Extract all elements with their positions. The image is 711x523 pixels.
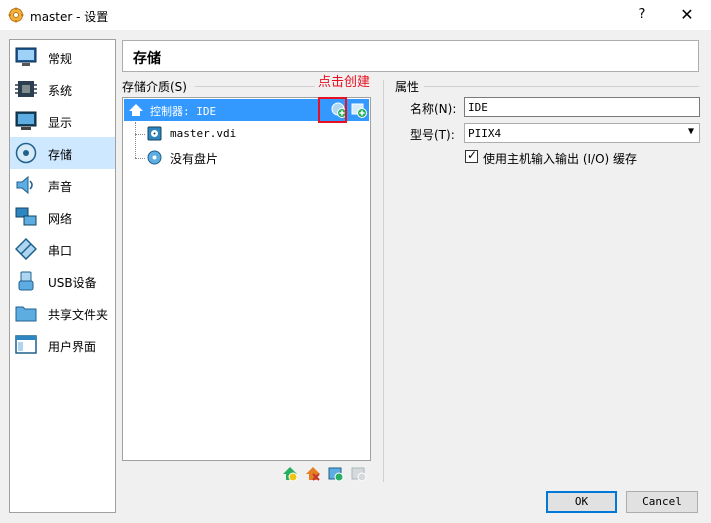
optical-disc-icon (147, 150, 162, 165)
cancel-button[interactable]: Cancel (626, 491, 698, 513)
sidebar-item-system[interactable]: 系统 (10, 73, 115, 105)
sidebar-item-general[interactable]: 常规 (10, 41, 115, 73)
settings-sidebar: 常规 系统 显示 存储 声音 网络 串口 USB设备 共享文件夹 用户界面 (9, 39, 116, 513)
annotation-highlight-box (318, 97, 347, 123)
add-controller-icon[interactable] (282, 464, 298, 484)
storage-tree[interactable]: 控制器: IDE master.vdi 没有盘片 (122, 97, 371, 461)
tree-row-master-vdi[interactable]: master.vdi (124, 123, 354, 145)
folder-icon (15, 306, 37, 322)
window-title: master - 设置 (30, 10, 109, 24)
checkmark-icon: ✓ (467, 148, 478, 162)
add-hard-disk-icon[interactable] (351, 102, 367, 118)
sidebar-item-serial[interactable]: 串口 (10, 233, 115, 265)
help-button[interactable]: ? (632, 5, 652, 25)
page-title: 存储 (133, 51, 161, 67)
sidebar-item-shared-folders[interactable]: 共享文件夹 (10, 297, 115, 329)
page-header: 存储 (122, 40, 699, 72)
sidebar-item-display[interactable]: 显示 (10, 105, 115, 137)
speaker-icon (16, 175, 33, 195)
tree-row-empty-disc[interactable]: 没有盘片 (124, 147, 354, 169)
controller-icon (129, 104, 143, 116)
display-icon (15, 111, 37, 130)
ui-window-icon (15, 335, 37, 354)
name-label: 名称(N): (410, 102, 457, 116)
host-io-cache-checkbox[interactable]: ✓ (465, 148, 478, 163)
attributes-group-divider (424, 86, 699, 87)
add-attachment-icon[interactable] (328, 464, 344, 484)
panel-divider (383, 80, 384, 482)
sidebar-item-network[interactable]: 网络 (10, 201, 115, 233)
hard-disk-icon (147, 126, 162, 141)
sidebar-item-audio[interactable]: 声音 (10, 169, 115, 201)
ok-button[interactable]: OK (546, 491, 617, 513)
network-icon (15, 207, 37, 226)
annotation-text: 点击创建 (318, 75, 371, 90)
virtualbox-gear-icon (8, 7, 24, 23)
title-bar: master - 设置 ? ✕ (0, 0, 711, 30)
sidebar-item-usb[interactable]: USB设备 (10, 265, 115, 297)
sidebar-item-user-interface[interactable]: 用户界面 (10, 329, 115, 361)
close-button[interactable]: ✕ (677, 5, 697, 25)
controller-label: 控制器: IDE (150, 105, 217, 118)
chevron-down-icon: ▼ (687, 126, 694, 137)
remove-attachment-icon[interactable] (351, 464, 367, 484)
attachment-label: 没有盘片 (170, 152, 219, 166)
storage-devices-label: 存储介质(S) (122, 80, 187, 94)
chip-icon (15, 81, 37, 97)
host-io-cache-label: 使用主机输入输出 (I/O) 缓存 (483, 152, 638, 166)
remove-controller-icon[interactable] (305, 464, 321, 484)
storage-group-divider (195, 86, 315, 87)
serial-port-icon (15, 238, 37, 260)
sidebar-item-storage[interactable]: 存储 (10, 137, 115, 169)
type-select-value: PIIX4 (468, 127, 502, 140)
disk-icon (15, 142, 37, 164)
usb-icon (18, 271, 34, 291)
attachment-label: master.vdi (170, 127, 237, 140)
attributes-label: 属性 (395, 80, 420, 94)
name-input[interactable]: IDE (464, 97, 700, 117)
type-select[interactable]: PIIX4 ▼ (464, 123, 700, 143)
monitor-icon (15, 47, 37, 66)
type-label: 型号(T): (410, 128, 455, 142)
